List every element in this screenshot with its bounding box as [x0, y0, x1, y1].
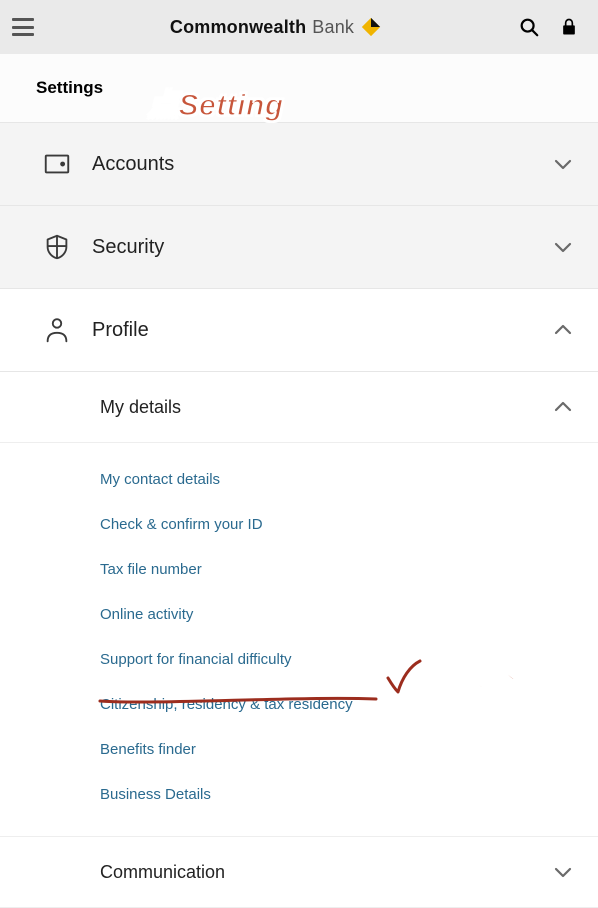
search-icon[interactable] [518, 16, 540, 38]
page-title: Settings [0, 54, 598, 123]
chevron-down-icon [550, 859, 576, 885]
profile-label: Profile [92, 319, 550, 342]
person-icon [42, 315, 72, 345]
shield-icon [42, 232, 72, 262]
wallet-icon [42, 149, 72, 179]
menu-icon[interactable] [12, 18, 34, 36]
brand-name-thin: Bank [312, 17, 354, 38]
sub-my-details[interactable]: My details [0, 372, 598, 443]
chevron-up-icon [550, 394, 576, 420]
section-security[interactable]: Security [0, 206, 598, 289]
chevron-down-icon [550, 234, 576, 260]
link-business-details[interactable]: Business Details [100, 772, 211, 817]
accounts-label: Accounts [92, 153, 550, 176]
sub-communication[interactable]: Communication [0, 837, 598, 908]
diamond-icon [360, 16, 382, 38]
link-my-contact-details[interactable]: My contact details [100, 457, 220, 502]
header-left [12, 18, 34, 36]
link-benefits-finder[interactable]: Benefits finder [100, 727, 196, 772]
section-accounts[interactable]: Accounts [0, 123, 598, 206]
header: Commonwealth Bank [0, 0, 598, 54]
brand-name-bold: Commonwealth [170, 17, 306, 38]
link-online-activity[interactable]: Online activity [100, 592, 193, 637]
chevron-up-icon [550, 317, 576, 343]
my-details-label: My details [100, 397, 550, 418]
my-details-links: My contact details Check & confirm your … [0, 443, 598, 831]
communication-label: Communication [100, 862, 550, 883]
lock-icon[interactable] [558, 16, 580, 38]
link-citizenship-residency-tax[interactable]: Citizenship, residency & tax residency [100, 682, 353, 727]
section-profile[interactable]: Profile [0, 289, 598, 372]
chevron-down-icon [550, 151, 576, 177]
settings-label: Settings [36, 78, 103, 97]
link-check-confirm-id[interactable]: Check & confirm your ID [100, 502, 263, 547]
link-tax-file-number[interactable]: Tax file number [100, 547, 202, 592]
brand-logo[interactable]: Commonwealth Bank [170, 16, 382, 38]
security-label: Security [92, 236, 550, 259]
link-support-financial-difficulty[interactable]: Support for financial difficulty [100, 637, 292, 682]
header-right [518, 16, 580, 38]
